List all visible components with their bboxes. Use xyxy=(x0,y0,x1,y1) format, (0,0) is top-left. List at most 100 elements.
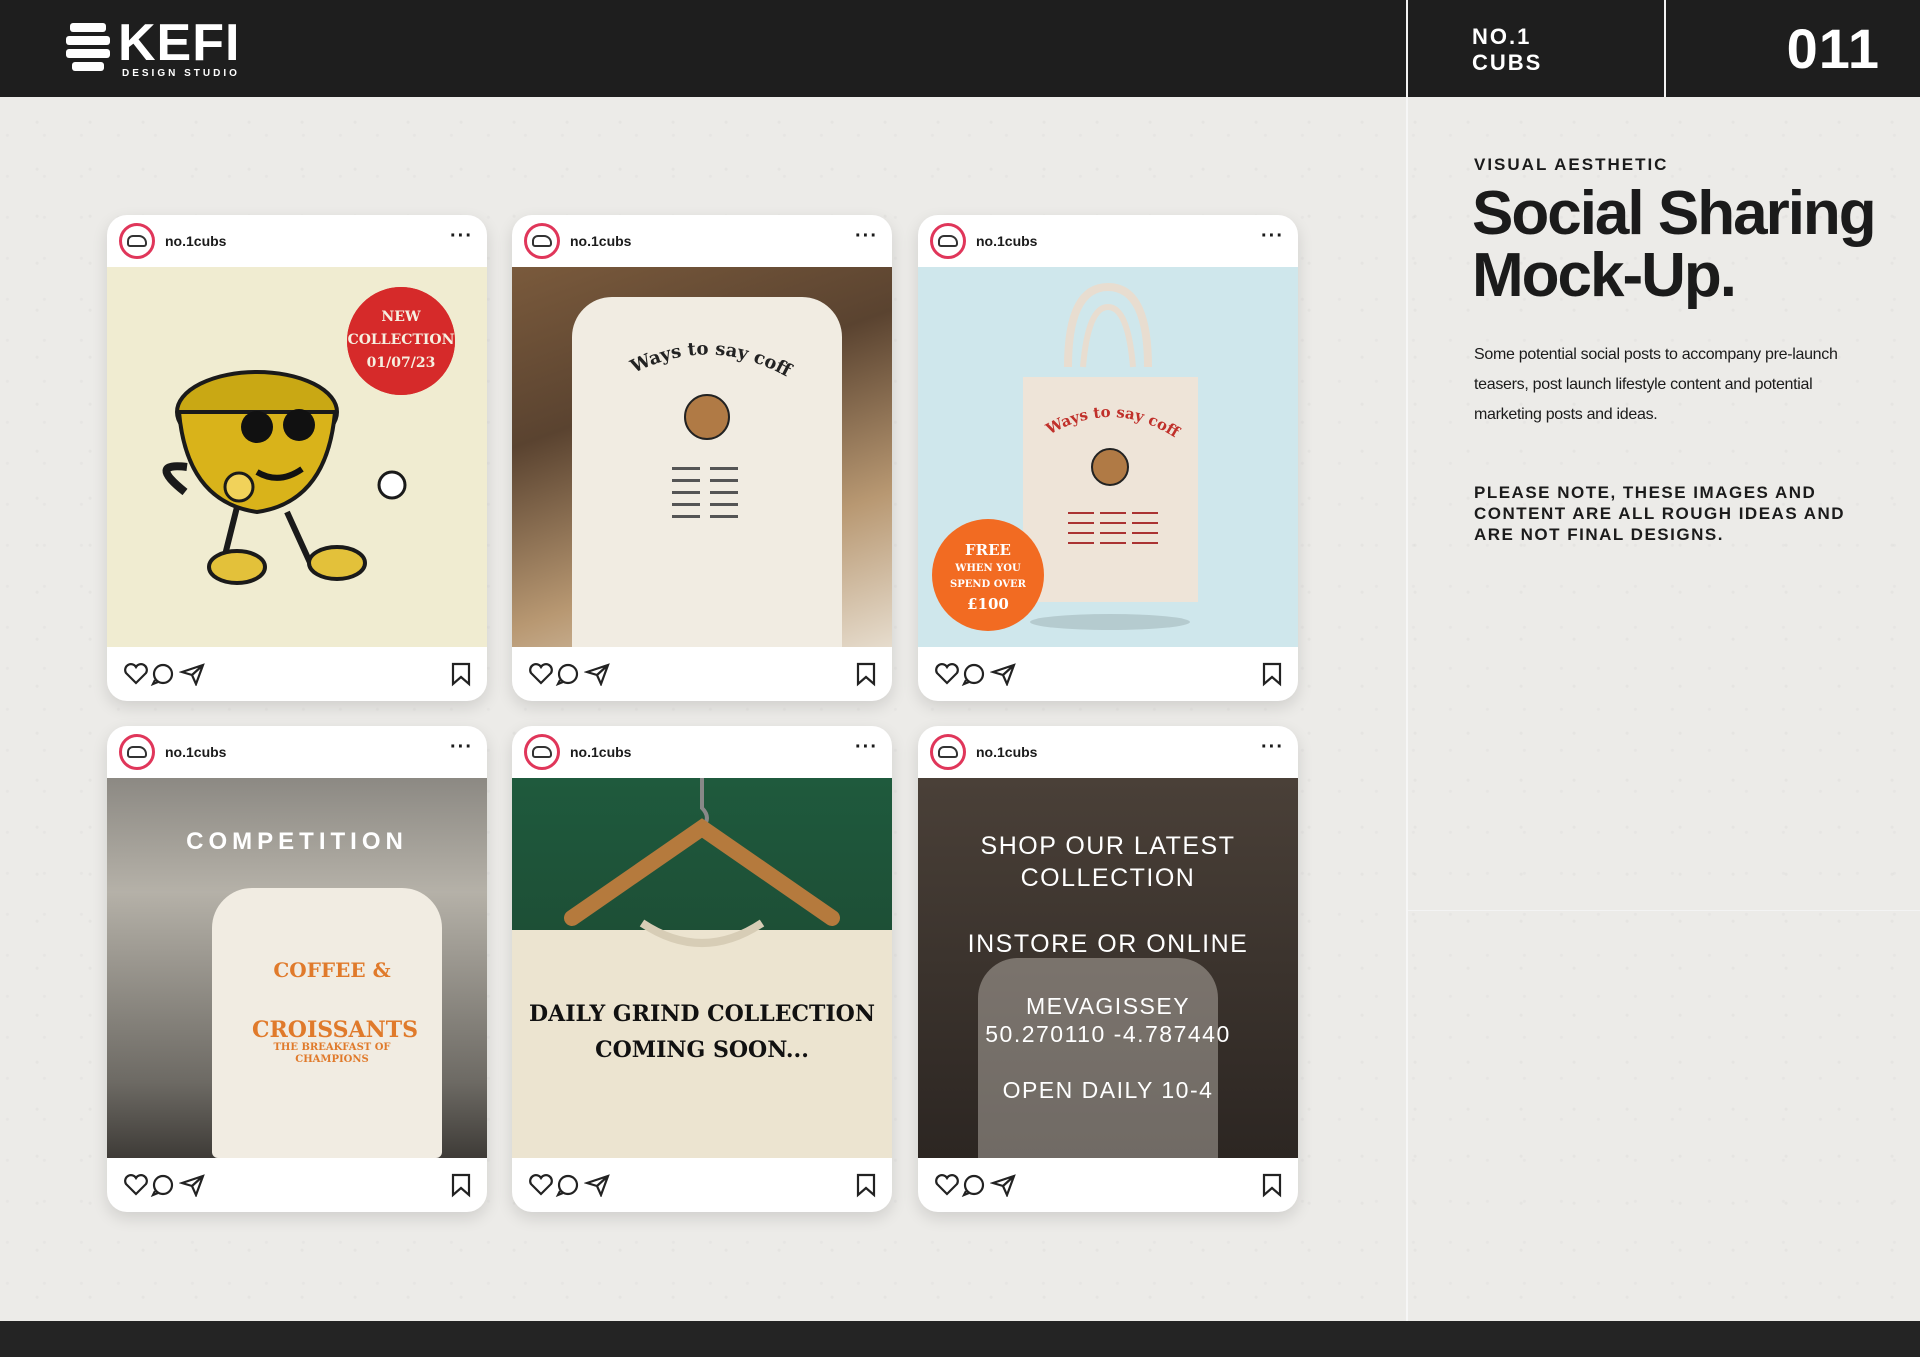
more-options-icon[interactable]: ··· xyxy=(855,737,878,762)
post-image: DAILY GRIND COLLECTION COMING SOON... xyxy=(512,778,892,1158)
post-username[interactable]: no.1cubs xyxy=(165,744,450,760)
more-options-icon[interactable]: ··· xyxy=(855,226,878,251)
bear-icon xyxy=(938,746,958,758)
post-username[interactable]: no.1cubs xyxy=(976,233,1261,249)
overlay-line: OPEN DAILY 10-4 xyxy=(1002,1077,1214,1103)
post-username[interactable]: no.1cubs xyxy=(570,233,855,249)
share-icon[interactable] xyxy=(179,662,207,686)
share-icon[interactable] xyxy=(584,662,612,686)
bookmark-icon[interactable] xyxy=(449,1172,473,1198)
comment-icon[interactable] xyxy=(149,1173,179,1197)
client-line-1: NO.1 xyxy=(1472,24,1532,49)
logo-wordmark: KEFI xyxy=(118,14,241,72)
share-icon[interactable] xyxy=(990,1173,1018,1197)
comment-icon[interactable] xyxy=(554,1173,584,1197)
bookmark-icon[interactable] xyxy=(449,661,473,687)
post-header: no.1cubs ··· xyxy=(918,726,1298,778)
post-username[interactable]: no.1cubs xyxy=(976,744,1261,760)
overlay-line: COMING SOON... xyxy=(595,1037,809,1063)
share-icon[interactable] xyxy=(990,662,1018,686)
badge-line: WHEN YOU xyxy=(955,563,1021,574)
client-line-2: CUBS xyxy=(1472,50,1543,75)
top-bar: KEFI DESIGN STUDIO NO.1 CUBS 011 xyxy=(0,0,1920,97)
disclaimer-note: PLEASE NOTE, THESE IMAGES AND CONTENT AR… xyxy=(1474,483,1846,544)
bear-icon xyxy=(127,746,147,758)
description: Some potential social posts to accompany… xyxy=(1474,346,1838,423)
post-header: no.1cubs ··· xyxy=(107,726,487,778)
overlay-line: DAILY GRIND COLLECTION xyxy=(529,1001,875,1027)
avatar[interactable] xyxy=(930,223,966,259)
comment-icon[interactable] xyxy=(149,662,179,686)
avatar[interactable] xyxy=(524,734,560,770)
kefi-logo-icon xyxy=(66,21,110,79)
post-image: COMPETITION COFFEE & CROISSANTS THE BREA… xyxy=(107,778,487,1158)
bottom-bar xyxy=(0,1321,1920,1357)
heart-icon[interactable] xyxy=(528,662,554,686)
badge-line: SPEND OVER xyxy=(950,579,1026,590)
avatar[interactable] xyxy=(524,223,560,259)
comment-icon[interactable] xyxy=(554,662,584,686)
overlay-line: SHOP OUR LATEST xyxy=(980,832,1236,860)
more-options-icon[interactable]: ··· xyxy=(450,737,473,762)
overlay-line: INSTORE OR ONLINE xyxy=(967,930,1249,958)
heart-icon[interactable] xyxy=(123,662,149,686)
kefi-logo: KEFI DESIGN STUDIO xyxy=(66,14,241,79)
post-header: no.1cubs ··· xyxy=(107,215,487,267)
shirt-print-line: CROISSANTS xyxy=(252,1017,418,1043)
heart-icon[interactable] xyxy=(934,662,960,686)
page-title: Social Sharing Mock-Up. xyxy=(1472,179,1877,310)
badge-line: COLLECTION xyxy=(347,332,455,348)
post-actions xyxy=(107,647,487,701)
header-divider xyxy=(1664,0,1666,97)
badge-line: FREE xyxy=(965,541,1011,559)
badge-line: £100 xyxy=(967,595,1009,613)
post-header: no.1cubs ··· xyxy=(918,215,1298,267)
badge-line: 01/07/23 xyxy=(366,355,436,371)
comment-icon[interactable] xyxy=(960,662,990,686)
heart-icon[interactable] xyxy=(528,1173,554,1197)
more-options-icon[interactable]: ··· xyxy=(450,226,473,251)
avatar[interactable] xyxy=(119,734,155,770)
shirt-print-text: Ways to say coffee xyxy=(512,267,796,382)
post-actions xyxy=(107,1158,487,1212)
social-post: no.1cubs ··· COMPETITION COFFEE & CROISS… xyxy=(107,726,487,1212)
more-options-icon[interactable]: ··· xyxy=(1261,737,1284,762)
post-image: Ways to say coffee FREE WHEN YOU SPEND O… xyxy=(918,267,1298,647)
heart-icon[interactable] xyxy=(934,1173,960,1197)
bookmark-icon[interactable] xyxy=(854,661,878,687)
post-username[interactable]: no.1cubs xyxy=(570,744,855,760)
badge-line: NEW xyxy=(381,309,421,325)
post-actions xyxy=(512,1158,892,1212)
tshirt-back-photo xyxy=(978,958,1218,1158)
avatar[interactable] xyxy=(119,223,155,259)
social-post: no.1cubs ··· NEW COLLECTION 01/07/23 xyxy=(107,215,487,701)
page-number: 011 xyxy=(1786,17,1880,80)
share-icon[interactable] xyxy=(584,1173,612,1197)
more-options-icon[interactable]: ··· xyxy=(1261,226,1284,251)
post-username[interactable]: no.1cubs xyxy=(165,233,450,249)
sidebar-rule xyxy=(1408,910,1920,911)
bear-icon xyxy=(938,235,958,247)
social-post: no.1cubs ··· Ways to say coffee xyxy=(512,215,892,701)
post-image: NEW COLLECTION 01/07/23 xyxy=(107,267,487,647)
bookmark-icon[interactable] xyxy=(1260,661,1284,687)
social-post: no.1cubs ··· SHOP OUR LATEST COLLECTION … xyxy=(918,726,1298,1212)
share-icon[interactable] xyxy=(179,1173,207,1197)
shirt-print-line: COFFEE & xyxy=(273,958,391,982)
shirt-print-graphic: COFFEE & CROISSANTS THE BREAKFAST OF CHA… xyxy=(252,958,418,1066)
overlay-line: COLLECTION xyxy=(1020,864,1196,892)
bookmark-icon[interactable] xyxy=(854,1172,878,1198)
header-divider xyxy=(1406,0,1408,97)
new-collection-badge: NEW COLLECTION 01/07/23 xyxy=(347,287,455,395)
social-post: no.1cubs ··· Ways to say coffee FREE WHE… xyxy=(918,215,1298,701)
post-image: Ways to say coffee xyxy=(512,267,892,647)
post-header: no.1cubs ··· xyxy=(512,726,892,778)
avatar[interactable] xyxy=(930,734,966,770)
post-header: no.1cubs ··· xyxy=(512,215,892,267)
post-actions xyxy=(918,647,1298,701)
free-offer-badge: FREE WHEN YOU SPEND OVER £100 xyxy=(932,519,1044,631)
bookmark-icon[interactable] xyxy=(1260,1172,1284,1198)
comment-icon[interactable] xyxy=(960,1173,990,1197)
heart-icon[interactable] xyxy=(123,1173,149,1197)
client-name: NO.1 CUBS xyxy=(1472,24,1612,76)
